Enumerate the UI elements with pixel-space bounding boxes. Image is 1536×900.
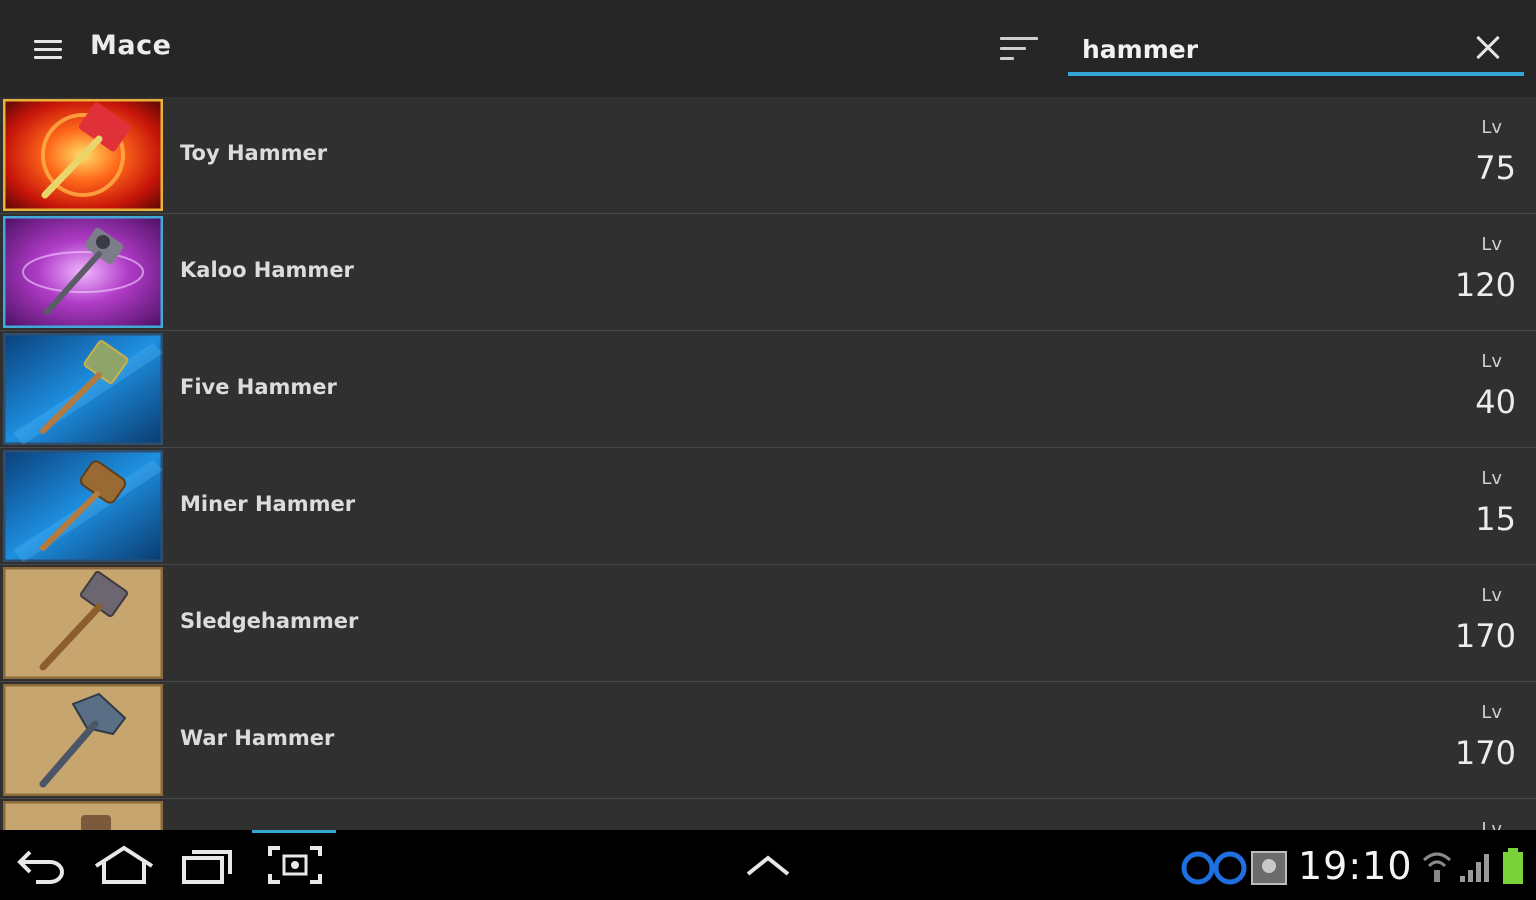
clear-search-button[interactable] [1470, 30, 1506, 66]
item-thumbnail [3, 450, 163, 562]
level-label: Lv [1481, 585, 1502, 606]
signal-indicator [1458, 850, 1492, 888]
list-item[interactable]: War Hammer Lv 170 [0, 682, 1536, 799]
item-thumbnail [3, 684, 163, 796]
item-name: Toy Hammer [180, 141, 328, 165]
level-value: 40 [1475, 383, 1516, 421]
hammer-icon [3, 801, 163, 830]
item-thumbnail [3, 99, 163, 211]
page-title: Mace [90, 30, 172, 61]
chevron-up-icon [746, 855, 790, 876]
screenshot-icon [268, 846, 322, 884]
level-label: Lv [1481, 117, 1502, 138]
app-root: Mace hammer Toy Hammer Lv 75 Kaloo Hamme… [0, 0, 1536, 900]
signal-icon [1460, 854, 1489, 882]
level-value: 170 [1454, 617, 1516, 655]
notification-icon [1180, 848, 1292, 892]
kaloo-hammer-icon [3, 216, 163, 328]
war-hammer-icon [3, 684, 163, 796]
search-field[interactable] [1068, 24, 1524, 76]
recent-apps-icon [182, 850, 232, 884]
battery-icon [1503, 848, 1523, 884]
level-value: 15 [1475, 500, 1516, 538]
list-item[interactable]: Kaloo Hammer Lv 120 [0, 214, 1536, 331]
back-icon [17, 850, 64, 884]
list-item[interactable]: Toy Hammer Lv 75 [0, 97, 1536, 214]
list-item[interactable]: Five Hammer Lv 40 [0, 331, 1536, 448]
item-thumbnail [3, 567, 163, 679]
home-button[interactable] [92, 844, 156, 890]
recent-apps-button[interactable] [180, 844, 236, 890]
list-item[interactable]: Lv [0, 799, 1536, 830]
app-header: Mace [0, 0, 1536, 97]
item-name: Sledgehammer [180, 609, 359, 633]
level-value: 120 [1454, 266, 1516, 304]
item-name: Miner Hammer [180, 492, 356, 516]
item-thumbnail [3, 801, 163, 830]
level-label: Lv [1481, 468, 1502, 489]
item-name: War Hammer [180, 726, 335, 750]
screenshot-button[interactable] [266, 844, 324, 890]
hamburger-icon [34, 40, 62, 60]
battery-indicator [1500, 846, 1526, 890]
expand-up-button[interactable] [744, 852, 792, 884]
list-item[interactable]: Miner Hammer Lv 15 [0, 448, 1536, 565]
five-hammer-icon [3, 333, 163, 445]
wifi-indicator [1422, 850, 1452, 888]
level-value: 170 [1454, 734, 1516, 772]
item-name: Five Hammer [180, 375, 337, 399]
item-list[interactable]: Toy Hammer Lv 75 Kaloo Hammer Lv 120 Fiv… [0, 97, 1536, 830]
sledgehammer-icon [3, 567, 163, 679]
toy-hammer-icon [3, 99, 163, 211]
home-icon [94, 845, 154, 884]
search-input[interactable] [1082, 30, 1442, 68]
wifi-icon [1422, 852, 1452, 882]
item-name: Kaloo Hammer [180, 258, 354, 282]
app-notification-icon [1181, 851, 1287, 885]
active-indicator [252, 830, 336, 833]
miner-hammer-icon [3, 450, 163, 562]
back-button[interactable] [16, 844, 66, 890]
item-thumbnail [3, 333, 163, 445]
sort-button[interactable] [994, 28, 1046, 70]
level-label: Lv [1481, 702, 1502, 723]
status-time: 19:10 [1298, 844, 1413, 888]
level-label: Lv [1481, 351, 1502, 372]
menu-button[interactable] [22, 24, 74, 76]
level-label: Lv [1481, 234, 1502, 255]
system-navbar: 19:10 [0, 830, 1536, 900]
item-thumbnail [3, 216, 163, 328]
level-value: 75 [1475, 149, 1516, 187]
level-label: Lv [1481, 819, 1502, 830]
list-item[interactable]: Sledgehammer Lv 170 [0, 565, 1536, 682]
